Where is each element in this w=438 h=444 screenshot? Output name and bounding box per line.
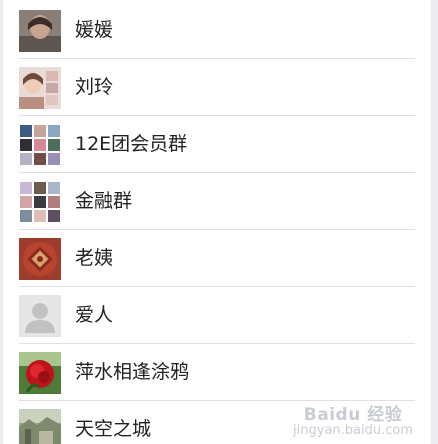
contact-name: 金融群: [75, 190, 133, 212]
contact-avatar: [19, 67, 61, 109]
baidu-jingyan-watermark: Baidu 经验 jingyan.baidu.com: [293, 405, 413, 439]
contact-name: 爱人: [75, 304, 114, 326]
contact-item[interactable]: 爱人: [3, 287, 431, 344]
contact-avatar: [19, 409, 61, 444]
contact-avatar: [19, 238, 61, 280]
contact-item[interactable]: 金融群: [3, 173, 431, 230]
contact-name: 萍水相逢涂鸦: [75, 361, 190, 383]
contact-list: 媛媛 刘玲 12E团会员群 金融群 老姨 爱人 萍水相逢涂鸦 天空之城 Baid…: [3, 0, 431, 444]
contact-avatar: [19, 181, 61, 223]
contact-name: 老姨: [75, 247, 114, 269]
contact-avatar: [19, 10, 61, 52]
contact-item[interactable]: 老姨: [3, 230, 431, 287]
contact-name: 天空之城: [75, 418, 152, 440]
contact-name: 媛媛: [75, 19, 114, 41]
contact-name: 刘玲: [75, 76, 114, 98]
contact-item[interactable]: 媛媛: [3, 2, 431, 59]
contact-item[interactable]: 刘玲: [3, 59, 431, 116]
contact-avatar: [19, 352, 61, 394]
contact-name: 12E团会员群: [75, 133, 188, 155]
contact-item[interactable]: 萍水相逢涂鸦: [3, 344, 431, 401]
contact-avatar: [19, 124, 61, 166]
contact-avatar: [19, 295, 61, 337]
contact-item[interactable]: 12E团会员群: [3, 116, 431, 173]
